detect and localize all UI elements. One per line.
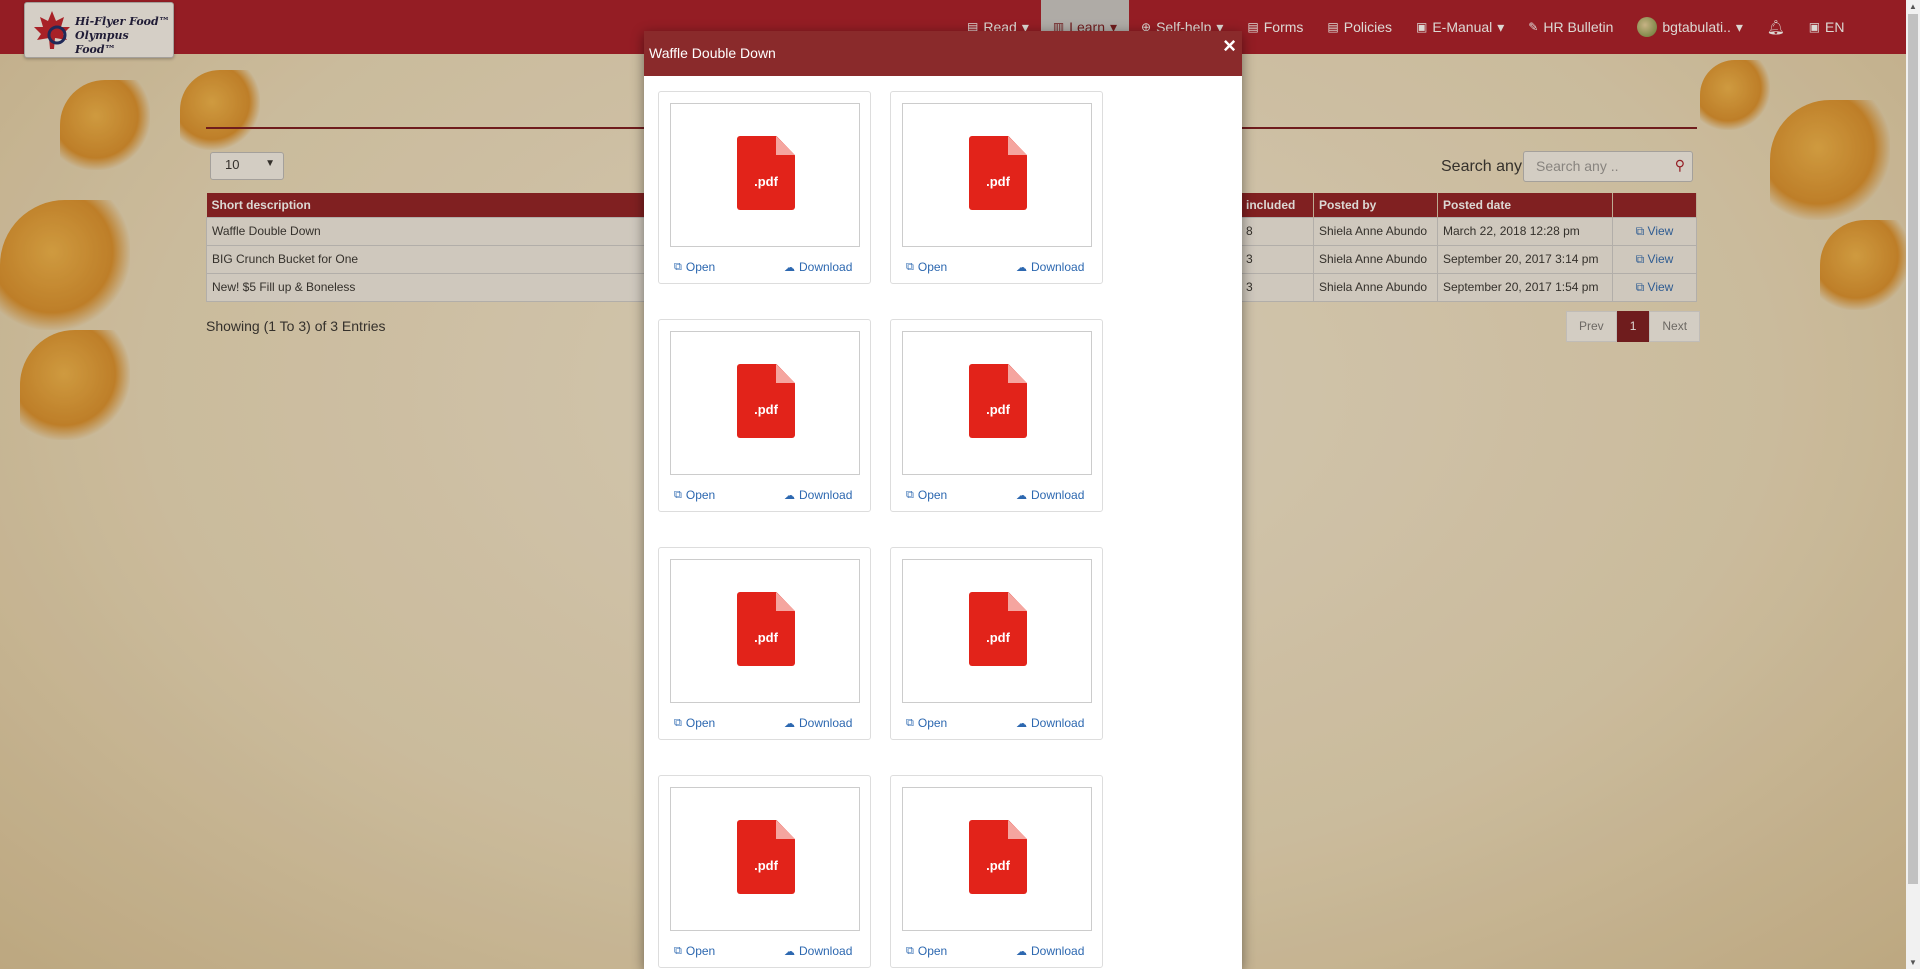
file-type-label: .pdf xyxy=(754,630,778,645)
open-link[interactable]: ⧉ Open xyxy=(674,944,715,958)
open-label: Open xyxy=(917,260,948,274)
open-link[interactable]: ⧉ Open xyxy=(674,716,715,730)
external-link-icon: ⧉ xyxy=(906,716,914,729)
cloud-download-icon: ☁ xyxy=(1016,945,1027,958)
cloud-download-icon: ☁ xyxy=(1016,489,1027,502)
open-label: Open xyxy=(685,488,716,502)
open-link[interactable]: ⧉ Open xyxy=(906,944,947,958)
open-label: Open xyxy=(685,260,716,274)
cloud-download-icon: ☁ xyxy=(784,717,795,730)
download-label: Download xyxy=(1031,716,1085,730)
open-label: Open xyxy=(685,716,716,730)
download-label: Download xyxy=(799,716,853,730)
download-link[interactable]: ☁ Download xyxy=(784,944,852,958)
open-label: Open xyxy=(917,488,948,502)
open-label: Open xyxy=(917,944,948,958)
vertical-scrollbar[interactable]: ▲ ▼ xyxy=(1906,0,1920,969)
attachment-thumbnail[interactable]: .pdf xyxy=(670,787,860,931)
pdf-fold xyxy=(1008,592,1027,611)
attachment-thumbnail[interactable]: .pdf xyxy=(670,103,860,247)
open-link[interactable]: ⧉ Open xyxy=(906,260,947,274)
pdf-fold xyxy=(776,592,795,611)
download-label: Download xyxy=(799,488,853,502)
external-link-icon: ⧉ xyxy=(906,488,914,501)
download-label: Download xyxy=(1031,488,1085,502)
file-type-label: .pdf xyxy=(986,174,1010,189)
attachment-thumbnail[interactable]: .pdf xyxy=(902,331,1092,475)
cloud-download-icon: ☁ xyxy=(1016,717,1027,730)
download-label: Download xyxy=(1031,944,1085,958)
external-link-icon: ⧉ xyxy=(674,716,682,729)
download-link[interactable]: ☁ Download xyxy=(1016,716,1084,730)
download-link[interactable]: ☁ Download xyxy=(784,488,852,502)
attachment-thumbnail[interactable]: .pdf xyxy=(902,103,1092,247)
cloud-download-icon: ☁ xyxy=(784,261,795,274)
file-type-label: .pdf xyxy=(754,858,778,873)
download-link[interactable]: ☁ Download xyxy=(784,260,852,274)
attachment-card: .pdf ⧉ Open ☁ Download xyxy=(890,775,1103,968)
pdf-fold xyxy=(776,820,795,839)
download-label: Download xyxy=(799,944,853,958)
modal-title: Waffle Double Down xyxy=(649,45,776,61)
attachment-card: .pdf ⧉ Open ☁ Download xyxy=(658,547,871,740)
pdf-fold xyxy=(1008,136,1027,155)
file-type-label: .pdf xyxy=(754,174,778,189)
cloud-download-icon: ☁ xyxy=(1016,261,1027,274)
pdf-fold xyxy=(776,364,795,383)
download-link[interactable]: ☁ Download xyxy=(1016,488,1084,502)
cloud-download-icon: ☁ xyxy=(784,945,795,958)
external-link-icon: ⧉ xyxy=(674,488,682,501)
download-link[interactable]: ☁ Download xyxy=(1016,944,1084,958)
external-link-icon: ⧉ xyxy=(674,944,682,957)
file-type-label: .pdf xyxy=(754,402,778,417)
attachment-thumbnail[interactable]: .pdf xyxy=(670,559,860,703)
external-link-icon: ⧉ xyxy=(906,260,914,273)
attachment-thumbnail[interactable]: .pdf xyxy=(902,787,1092,931)
download-link[interactable]: ☁ Download xyxy=(784,716,852,730)
open-link[interactable]: ⧉ Open xyxy=(674,260,715,274)
open-link[interactable]: ⧉ Open xyxy=(906,716,947,730)
file-type-label: .pdf xyxy=(986,630,1010,645)
open-label: Open xyxy=(685,944,716,958)
external-link-icon: ⧉ xyxy=(674,260,682,273)
pdf-fold xyxy=(776,136,795,155)
external-link-icon: ⧉ xyxy=(906,944,914,957)
download-link[interactable]: ☁ Download xyxy=(1016,260,1084,274)
attachment-thumbnail[interactable]: .pdf xyxy=(670,331,860,475)
attachment-card: .pdf ⧉ Open ☁ Download xyxy=(890,547,1103,740)
download-label: Download xyxy=(1031,260,1085,274)
scroll-up-icon[interactable]: ▲ xyxy=(1909,2,1917,11)
pdf-fold xyxy=(1008,364,1027,383)
attachment-thumbnail[interactable]: .pdf xyxy=(902,559,1092,703)
download-label: Download xyxy=(799,260,853,274)
open-label: Open xyxy=(917,716,948,730)
attachment-card: .pdf ⧉ Open ☁ Download xyxy=(658,319,871,512)
pdf-fold xyxy=(1008,820,1027,839)
attachment-card: .pdf ⧉ Open ☁ Download xyxy=(890,91,1103,284)
attachment-card: .pdf ⧉ Open ☁ Download xyxy=(658,91,871,284)
file-type-label: .pdf xyxy=(986,858,1010,873)
attachment-card: .pdf ⧉ Open ☁ Download xyxy=(658,775,871,968)
modal-header: Waffle Double Down × xyxy=(644,31,1242,76)
attachment-card: .pdf ⧉ Open ☁ Download xyxy=(890,319,1103,512)
open-link[interactable]: ⧉ Open xyxy=(674,488,715,502)
open-link[interactable]: ⧉ Open xyxy=(906,488,947,502)
close-button[interactable]: × xyxy=(1223,33,1236,59)
file-type-label: .pdf xyxy=(986,402,1010,417)
attachments-modal: Waffle Double Down × .pdf ⧉ Open ☁ Downl… xyxy=(644,31,1242,969)
cloud-download-icon: ☁ xyxy=(784,489,795,502)
scrollbar-thumb[interactable] xyxy=(1908,14,1918,884)
scroll-down-icon[interactable]: ▼ xyxy=(1909,958,1917,967)
